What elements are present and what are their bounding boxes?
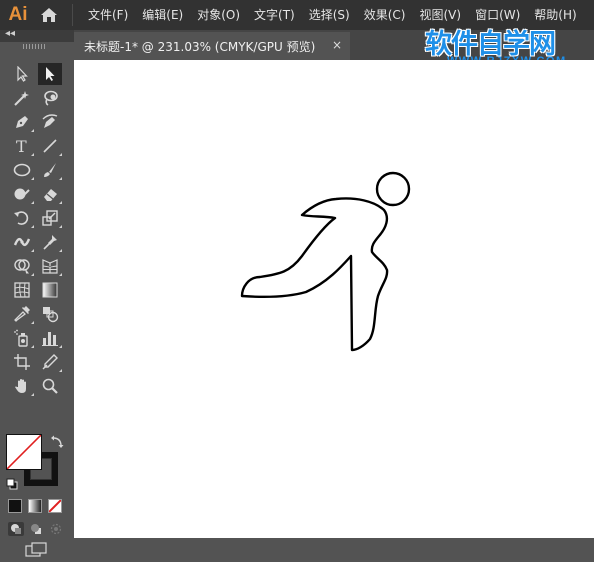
scale-tool-icon[interactable] [38,207,62,229]
zoom-tool-icon[interactable] [38,375,62,397]
collapse-panel-icon[interactable]: ◂◂ [5,28,15,39]
swap-fill-stroke-icon[interactable] [50,434,64,453]
color-mode-button[interactable] [8,499,22,513]
gradient-mode-button[interactable] [28,499,42,513]
menu-select[interactable]: 选择(S) [302,0,357,30]
pen-tool-icon[interactable] [10,111,34,133]
menu-type[interactable]: 文字(T) [247,0,302,30]
eraser-tool-icon[interactable] [38,183,62,205]
panel-grip-icon[interactable] [23,44,47,49]
tools-panel-header: ◂◂ [0,28,74,42]
selection-tool-icon[interactable] [10,63,34,85]
magic-wand-tool-icon[interactable] [10,87,34,109]
eyedropper-tool-icon[interactable] [10,303,34,325]
width-tool-icon[interactable] [10,231,34,253]
document-tab-title: 未标题-1* @ 231.03% (CMYK/GPU 预览) [84,39,316,54]
fill-color-swatch[interactable] [6,434,42,470]
tools-panel: ◂◂ T [0,28,74,557]
default-fill-stroke-icon[interactable] [6,475,18,494]
draw-inside-icon[interactable] [48,522,64,536]
puppet-warp-tool-icon[interactable] [38,231,62,253]
symbol-sprayer-tool-icon[interactable] [10,327,34,349]
shape-builder-tool-icon[interactable] [10,255,34,277]
menu-edit[interactable]: 编辑(E) [135,0,190,30]
draw-behind-icon[interactable] [28,522,44,536]
slice-tool-icon[interactable] [38,351,62,373]
app-logo: Ai [8,4,28,25]
paintbrush-tool-icon[interactable] [38,159,62,181]
menu-object[interactable]: 对象(O) [190,0,247,30]
running-figure-outline[interactable] [74,60,594,538]
artboard-tool-icon[interactable] [10,351,34,373]
home-icon[interactable] [36,0,62,30]
figure-body [240,197,389,352]
svg-text:T: T [16,137,27,155]
type-tool-icon[interactable]: T [10,135,34,157]
draw-normal-icon[interactable] [8,522,24,536]
lasso-tool-icon[interactable] [38,87,62,109]
screen-mode-icon[interactable] [25,542,47,562]
direct-selection-tool-icon[interactable] [38,63,62,85]
artboard-canvas[interactable] [74,60,594,538]
gradient-tool-icon[interactable] [38,279,62,301]
line-segment-tool-icon[interactable] [38,135,62,157]
shaper-tool-icon[interactable] [10,183,34,205]
blend-tool-icon[interactable] [38,303,62,325]
curvature-tool-icon[interactable] [38,111,62,133]
none-mode-button[interactable] [48,499,62,513]
rotate-tool-icon[interactable] [10,207,34,229]
menu-file[interactable]: 文件(F) [81,0,135,30]
close-tab-icon[interactable]: × [332,38,342,52]
column-graph-tool-icon[interactable] [38,327,62,349]
menu-divider [72,4,73,26]
perspective-grid-tool-icon[interactable] [38,255,62,277]
hand-tool-icon[interactable] [10,375,34,397]
document-tab[interactable]: 未标题-1* @ 231.03% (CMYK/GPU 预览) × [74,32,350,60]
ellipse-tool-icon[interactable] [10,159,34,181]
figure-head [375,171,411,207]
menu-effect[interactable]: 效果(C) [357,0,413,30]
mesh-tool-icon[interactable] [10,279,34,301]
